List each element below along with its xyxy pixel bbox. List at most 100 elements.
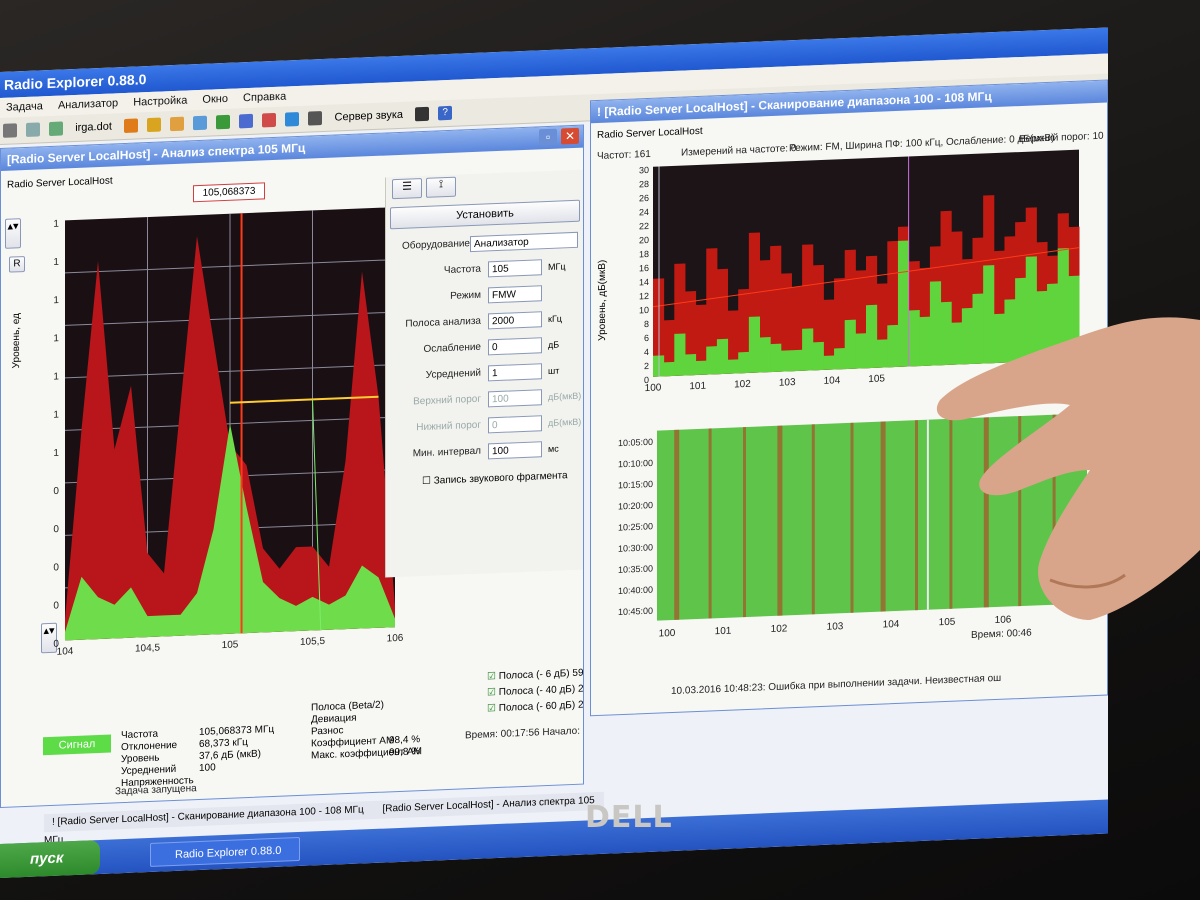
band-list: ☑ Полоса (- 6 дБ) 599,67 ☑ Полоса (- 40 д…	[487, 666, 584, 730]
waterfall-x-tick: 101	[715, 626, 732, 638]
field-value[interactable]: Анализатор	[470, 231, 578, 253]
antenna-icon[interactable]	[262, 112, 277, 128]
tab-signal[interactable]: Сигнал	[43, 734, 111, 756]
chat-icon[interactable]	[239, 113, 254, 129]
scan-x-tick: 100	[645, 382, 662, 394]
x-tick-label: 104	[57, 646, 74, 658]
help-icon[interactable]: ?	[438, 105, 453, 121]
scan-icon[interactable]	[193, 115, 208, 131]
measurement-value: 37,6 дБ (мкВ)	[199, 748, 261, 763]
source-dropdown[interactable]: irga.dot	[69, 113, 118, 141]
record-sound-checkbox[interactable]: ☐ Запись звукового фрагмента	[422, 470, 568, 487]
menu-item-task[interactable]: Задача	[0, 96, 49, 118]
task-icon[interactable]	[123, 118, 138, 134]
field-value[interactable]: 0	[488, 415, 542, 434]
field-label: Верхний порог	[413, 393, 481, 408]
measurement-list-right: Полоса (Beta/2) Девиация Разнос Коэффициент…	[311, 696, 461, 762]
band-label: Полоса (- 6 дБ)	[498, 668, 573, 682]
waterfall-time-tick: 10:25:00	[618, 521, 653, 532]
tree-icon[interactable]	[216, 114, 231, 130]
scan-y-tick: 16	[639, 263, 649, 273]
field-label: Режим	[450, 289, 481, 302]
field-value[interactable]: 105	[488, 259, 542, 278]
y-tick-label: 0	[53, 486, 59, 497]
waterfall-time-tick: 10:10:00	[618, 458, 653, 469]
x-tick-label: 104,5	[135, 643, 160, 655]
x-tick-label: 105	[222, 639, 239, 651]
scan-source[interactable]: Radio Server LocalHost	[597, 123, 703, 145]
menu-item-help[interactable]: Справка	[237, 86, 292, 108]
scan-x-tick: 101	[689, 381, 706, 393]
y-tick-label: 1	[53, 448, 59, 459]
field-unit: дБ(мкВ)	[548, 390, 582, 402]
scan-current-bar	[823, 355, 835, 370]
measure-label: Измерений на частоте: 0	[681, 143, 797, 159]
scan-current-bar	[770, 343, 782, 373]
scan-x-tick: 105	[868, 373, 885, 385]
scan-current-bar	[887, 324, 899, 368]
field-label: Ослабление	[423, 341, 481, 355]
scan-y-tick: 22	[639, 221, 649, 231]
waterfall-x-tick: 104	[883, 619, 900, 631]
field-unit: кГц	[548, 313, 562, 324]
field-label: Полоса анализа	[405, 315, 481, 330]
save-icon[interactable]	[3, 123, 17, 138]
band-value: 599,67	[572, 666, 584, 680]
y-tick-label: 1	[53, 257, 59, 268]
field-label: Мин. интервал	[412, 445, 481, 460]
menu-item-window[interactable]: Окно	[196, 89, 234, 111]
scan-x-tick: 102	[734, 379, 751, 391]
waterfall-band	[777, 425, 783, 616]
close-icon[interactable]: ✕	[561, 127, 579, 145]
scan-current-bar	[876, 339, 888, 368]
menu-item-settings[interactable]: Настройка	[127, 90, 193, 113]
field-value[interactable]: 100	[488, 441, 542, 460]
field-value[interactable]: 1	[488, 363, 542, 382]
waterfall-band	[811, 424, 815, 615]
scan-current-bar	[663, 361, 675, 377]
spectrum-source[interactable]: Radio Server LocalHost	[7, 172, 113, 194]
scan-y-tick: 26	[639, 193, 649, 203]
y-tick-label: 0	[53, 524, 59, 535]
waterfall-time-tick: 10:45:00	[618, 606, 653, 617]
spectrum-plot[interactable]: 104 104,5 105 105,5 106 1 1 1 1 1 1 1 0 0 0 0 0	[31, 192, 411, 667]
globe-icon[interactable]	[285, 111, 300, 127]
y-tick-label: 0	[53, 562, 59, 573]
device-icon[interactable]	[26, 122, 41, 137]
band-row[interactable]: ☑ Полоса (- 60 дБ) 2000,5	[487, 698, 584, 718]
field-value[interactable]: 0	[488, 337, 542, 356]
scan-current-bar	[866, 304, 878, 369]
record-sound-label: Запись звукового фрагмента	[433, 470, 568, 487]
taskbar-app[interactable]: Radio Explorer 0.88.0	[150, 836, 300, 867]
waterfall-x-tick: 103	[827, 621, 844, 633]
x-tick-label: 105,5	[300, 636, 325, 648]
terminal-icon[interactable]	[308, 111, 323, 126]
chart-icon[interactable]	[49, 121, 64, 137]
scan-y-tick: 8	[644, 319, 649, 329]
scan-current-bar	[695, 360, 707, 376]
scan-y-tick: 18	[639, 249, 649, 259]
sound-server-dropdown[interactable]: Сервер звука	[329, 102, 410, 131]
y-tick-label: 1	[53, 371, 59, 382]
tab-settings[interactable]: ☰	[392, 178, 422, 200]
minimize-icon[interactable]: ▫	[539, 128, 557, 146]
signal-meter-icon[interactable]	[415, 106, 430, 122]
task-icon-3[interactable]	[170, 116, 185, 132]
task-icon-2[interactable]	[147, 117, 162, 133]
tab-antenna[interactable]: ⟟	[426, 176, 456, 198]
waterfall-time-tick: 10:40:00	[618, 585, 653, 596]
field-value[interactable]: 100	[488, 389, 542, 408]
field-unit: МГц	[548, 261, 566, 272]
tab-scan-window[interactable]: ! [Radio Server LocalHost] - Сканировани…	[44, 804, 372, 828]
field-value[interactable]: FMW	[488, 285, 542, 304]
field-value[interactable]: 2000	[488, 311, 542, 330]
band-value: 2000,5	[577, 698, 584, 711]
waterfall-band	[743, 427, 746, 618]
start-button[interactable]: пуск	[0, 839, 100, 878]
y-scale-stepper[interactable]: ▴▾	[5, 218, 21, 249]
scan-current-bar	[738, 351, 750, 374]
scan-current-bar	[748, 316, 761, 373]
set-button[interactable]: Установить	[390, 199, 580, 230]
scan-current-bar	[716, 338, 729, 375]
reset-button[interactable]: R	[9, 255, 25, 273]
